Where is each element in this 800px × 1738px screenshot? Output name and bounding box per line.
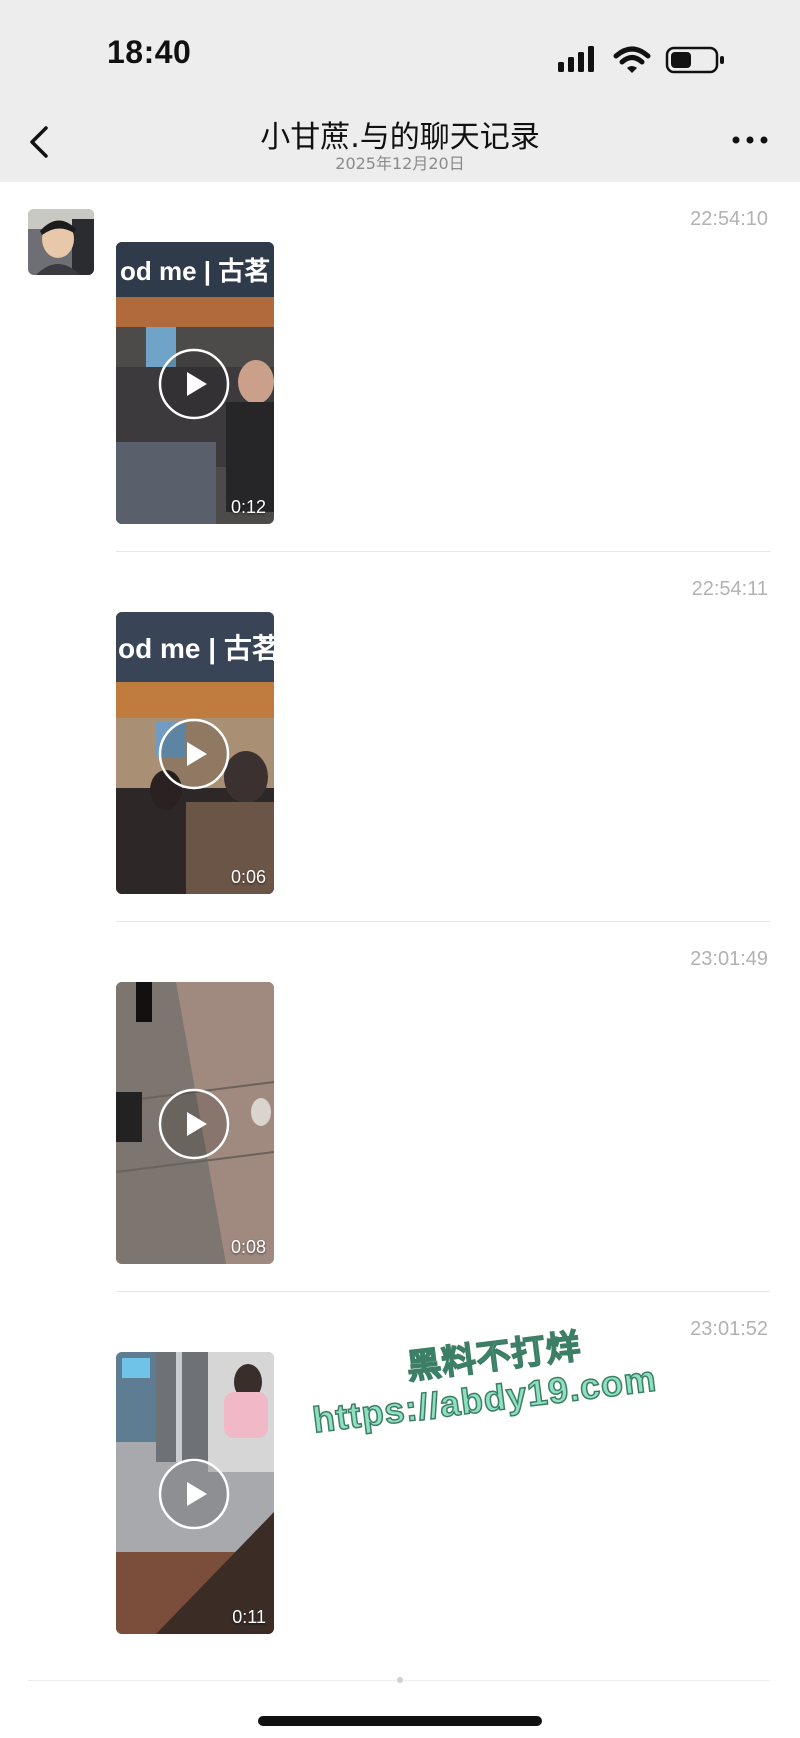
play-icon[interactable] (158, 348, 230, 420)
avatar[interactable] (28, 209, 94, 275)
message-time: 23:01:49 (690, 948, 768, 970)
play-icon[interactable] (158, 1458, 230, 1530)
divider (116, 1291, 770, 1292)
video-message[interactable]: od me | 古茗 0:06 (116, 612, 274, 894)
page-subtitle-date: 2025年12月20日 (335, 154, 465, 173)
video-message[interactable]: 0:08 (116, 982, 274, 1264)
divider (116, 551, 770, 552)
thumb-sign-text: od me | 古茗 (118, 633, 274, 664)
status-bar: 18:40 (0, 0, 800, 100)
more-dots-icon[interactable] (730, 128, 770, 152)
signal-icon (558, 46, 594, 72)
divider (116, 921, 770, 922)
video-duration: 0:06 (230, 867, 266, 887)
wifi-icon (613, 46, 651, 73)
home-indicator[interactable] (258, 1716, 542, 1726)
message-time: 22:54:11 (691, 578, 768, 600)
video-message[interactable]: 0:11 (116, 1352, 274, 1634)
video-duration: 0:11 (232, 1607, 266, 1627)
nav-bar: 小甘蔗.与的聊天记录 2025年12月20日 (0, 100, 800, 182)
status-time: 18:40 (107, 34, 192, 70)
status-icons (558, 44, 728, 74)
watermark: 黑料不打烊 https://abdy19.com (304, 1297, 707, 1474)
video-message[interactable]: od me | 古茗 0:12 (116, 242, 274, 524)
video-duration: 0:12 (230, 497, 266, 517)
play-icon[interactable] (158, 718, 230, 790)
message-time: 22:54:10 (690, 208, 768, 230)
battery-icon (665, 46, 724, 74)
loading-dot (397, 1677, 403, 1683)
thumb-sign-text: od me | 古茗 (120, 256, 270, 286)
play-icon[interactable] (158, 1088, 230, 1160)
message-time: 23:01:52 (690, 1318, 768, 1340)
video-duration: 0:08 (230, 1237, 266, 1257)
